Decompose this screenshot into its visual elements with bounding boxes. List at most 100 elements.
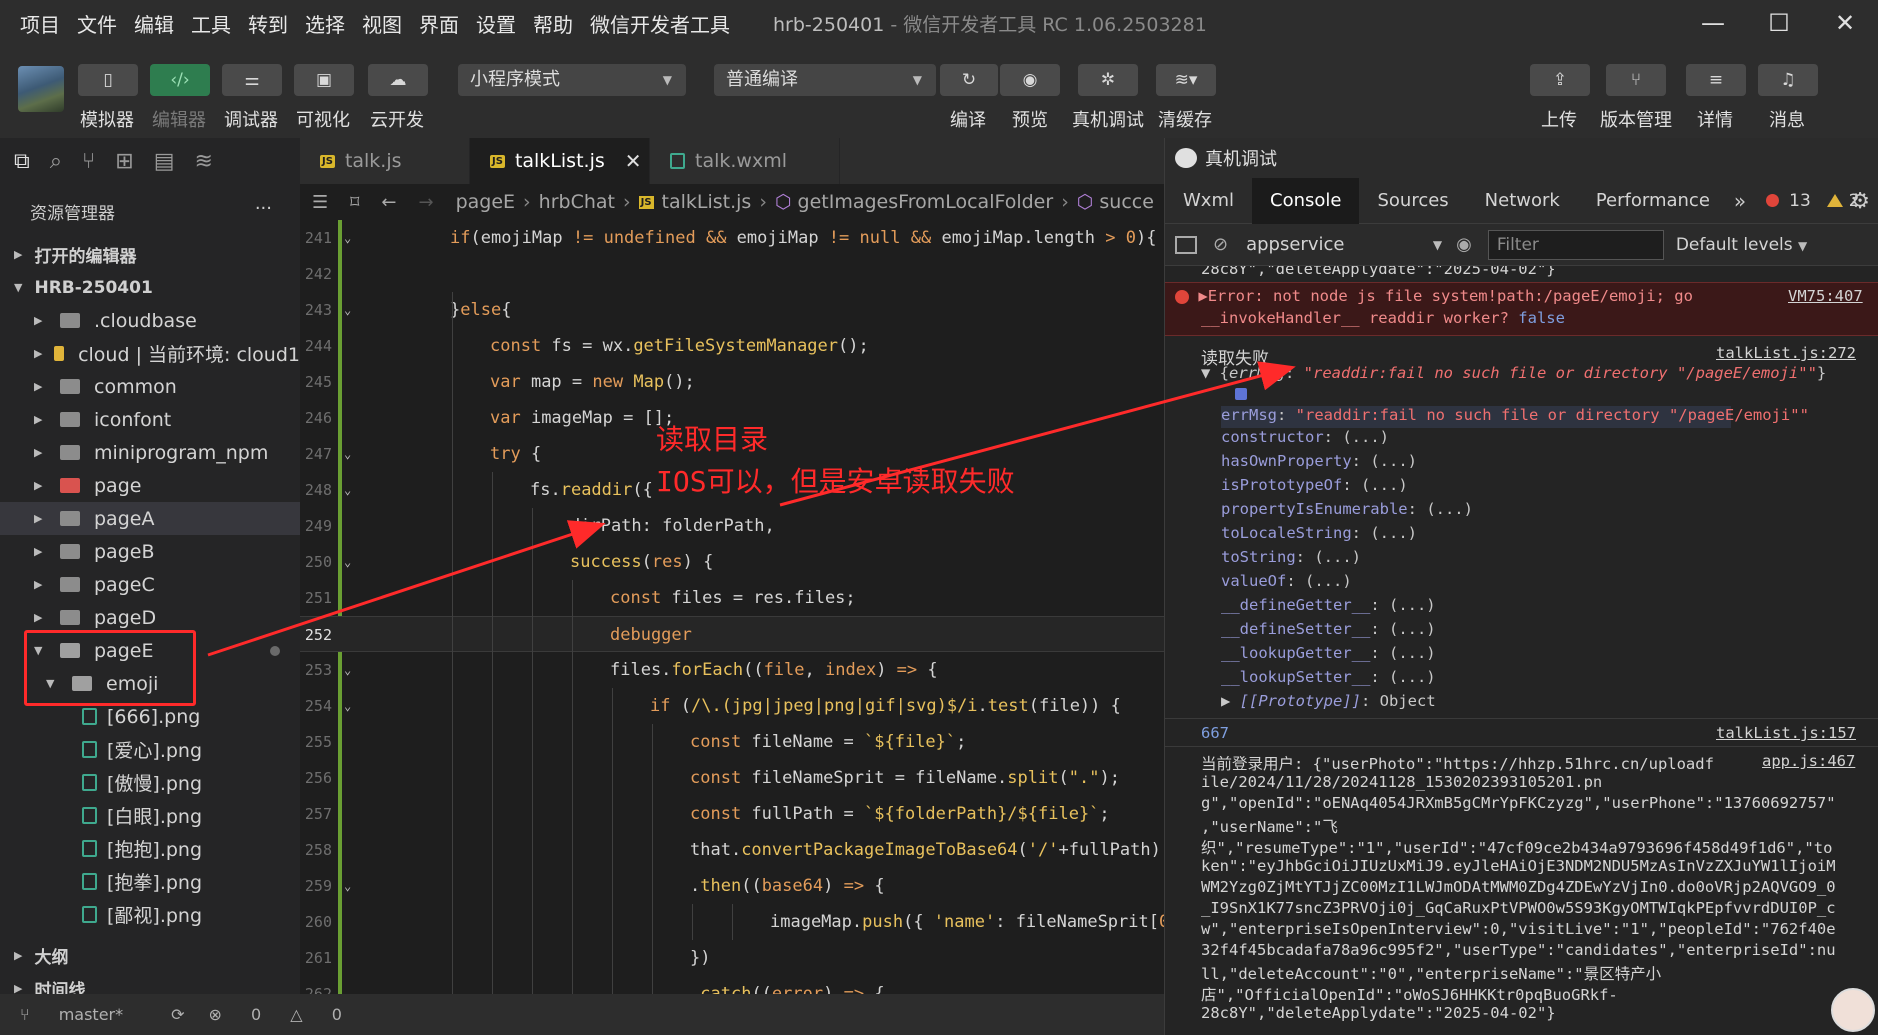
preview-button[interactable]: ◉	[1000, 64, 1060, 96]
menu-file[interactable]: 文件	[77, 9, 117, 38]
object-property[interactable]: __defineSetter__: (...)	[1221, 620, 1878, 638]
breadcrumb-item[interactable]: talkList.js	[662, 191, 752, 213]
list-icon[interactable]: ☰	[312, 192, 328, 213]
bookmark-icon[interactable]: ⌑	[350, 192, 359, 213]
fold-icon[interactable]: ⌄	[344, 544, 351, 580]
menu-help[interactable]: 帮助	[533, 9, 573, 38]
fold-icon[interactable]: ⌄	[344, 472, 351, 508]
menu-select[interactable]: 选择	[305, 9, 345, 38]
tree-file[interactable]: [爱心].png	[0, 733, 300, 766]
object-property-errmsg[interactable]: errMsg: "readdir:fail no such file or di…	[1221, 406, 1809, 428]
menu-settings[interactable]: 设置	[476, 9, 516, 38]
close-icon[interactable]: ✕	[625, 149, 642, 173]
tree-item-cloudbase[interactable]: ▶ .cloudbase	[0, 304, 300, 337]
menu-edit[interactable]: 编辑	[134, 9, 174, 38]
debugger-button[interactable]: ⚌	[222, 64, 282, 96]
sync-icon[interactable]: ⟳	[171, 1005, 184, 1024]
object-summary[interactable]: ▼ {errMsg: "readdir:fail no such file or…	[1201, 364, 1878, 382]
files-icon[interactable]: ⧉	[14, 149, 30, 174]
open-editors-section[interactable]: ▶ 打开的编辑器	[0, 238, 300, 271]
extensions-icon[interactable]: ⊞	[115, 149, 133, 174]
object-property[interactable]: isPrototypeOf: (...)	[1221, 476, 1878, 494]
tree-item-cloud[interactable]: ▶ cloud | 当前环境: cloud1	[0, 337, 300, 370]
breadcrumb-item[interactable]: succe	[1099, 191, 1154, 213]
tab-talk-wxml[interactable]: talk.wxml	[650, 138, 840, 184]
object-property[interactable]: propertyIsEnumerable: (...)	[1221, 500, 1878, 518]
breadcrumb-item[interactable]: pageE	[456, 191, 515, 213]
tab-console[interactable]: Console	[1252, 177, 1360, 224]
sidebar-toggle-icon[interactable]	[1175, 235, 1197, 254]
menu-tools[interactable]: 工具	[191, 9, 231, 38]
object-property[interactable]: valueOf: (...)	[1221, 572, 1878, 590]
object-prototype[interactable]: ▶ [[Prototype]]: Object	[1221, 692, 1878, 710]
context-select[interactable]: appservice ▼	[1246, 234, 1442, 255]
expand-arrow-icon[interactable]: ▶	[1198, 287, 1207, 305]
maximize-button[interactable]: ☐	[1746, 0, 1812, 46]
more-icon[interactable]: ···	[255, 198, 272, 219]
forward-arrow-icon[interactable]: →	[418, 192, 433, 213]
tab-sources[interactable]: Sources	[1359, 178, 1466, 224]
simulator-button[interactable]: ▯	[78, 64, 138, 96]
tree-file[interactable]: [白眼].png	[0, 799, 300, 832]
tree-file[interactable]: [抱抱].png	[0, 832, 300, 865]
assistant-avatar[interactable]	[1831, 988, 1875, 1032]
tree-file[interactable]: [鄙视].png	[0, 898, 300, 931]
mode-select[interactable]: 小程序模式 ▼	[458, 64, 686, 96]
issue-counter[interactable]: 13 2	[1766, 191, 1860, 211]
outline-section[interactable]: ▶ 大纲	[0, 939, 300, 972]
menu-project[interactable]: 项目	[20, 9, 60, 38]
search-icon[interactable]: ⌕	[50, 149, 62, 174]
tab-talklist-js[interactable]: JS talkList.js ✕	[470, 138, 650, 184]
object-property[interactable]: __lookupGetter__: (...)	[1221, 644, 1878, 662]
problems-indicator[interactable]: ⊗ 0 △ 0	[209, 1005, 366, 1024]
tree-item-iconfont[interactable]: ▶ iconfont	[0, 403, 300, 436]
tree-item-pageA[interactable]: ▶ pageA	[0, 502, 300, 535]
fold-icon[interactable]: ⌄	[344, 688, 351, 724]
tree-item-miniprogram-npm[interactable]: ▶ miniprogram_npm	[0, 436, 300, 469]
visual-button[interactable]: ▣	[294, 64, 354, 96]
messages-button[interactable]: ♫	[1758, 64, 1818, 96]
tab-wxml[interactable]: Wxml	[1165, 178, 1252, 224]
project-section[interactable]: ▼ HRB-250401	[0, 271, 300, 304]
source-control-icon[interactable]: ⑂	[82, 149, 95, 174]
fold-icon[interactable]: ⌄	[344, 220, 351, 256]
clear-console-icon[interactable]: ⊘	[1213, 234, 1228, 255]
tree-item-common[interactable]: ▶ common	[0, 370, 300, 403]
clear-cache-button[interactable]: ≋▾	[1156, 64, 1216, 96]
eye-icon[interactable]: ◉	[1456, 234, 1472, 255]
fold-icon[interactable]: ⌄	[344, 976, 351, 994]
code-editor[interactable]: 241 ⌄ if(emojiMap != undefined && emojiMap…	[300, 220, 1164, 994]
fold-icon[interactable]: ⌄	[344, 652, 351, 688]
object-property[interactable]: toLocaleString: (...)	[1221, 524, 1878, 542]
more-tabs-icon[interactable]: »	[1734, 189, 1746, 213]
fold-icon[interactable]: ⌄	[344, 292, 351, 328]
tab-performance[interactable]: Performance	[1578, 178, 1728, 224]
tree-item-pageC[interactable]: ▶ pageC	[0, 568, 300, 601]
tree-file[interactable]: [抱拳].png	[0, 865, 300, 898]
menu-wechat-devtools[interactable]: 微信开发者工具	[590, 9, 730, 38]
tab-talk-js[interactable]: JS talk.js	[300, 138, 470, 184]
log-source-link[interactable]: talkList.js:272	[1716, 344, 1878, 362]
remote-debug-button[interactable]: ✲	[1078, 64, 1138, 96]
details-button[interactable]: ≡	[1686, 64, 1746, 96]
breadcrumb-item[interactable]: getImagesFromLocalFolder	[798, 191, 1054, 213]
cloud-button[interactable]: ☁	[368, 64, 428, 96]
editor-button[interactable]: ‹/›	[150, 64, 210, 96]
object-property[interactable]: __defineGetter__: (...)	[1221, 596, 1878, 614]
log-source-link[interactable]: talkList.js:157	[1716, 724, 1878, 742]
menu-goto[interactable]: 转到	[248, 9, 288, 38]
tree-file[interactable]: [傲慢].png	[0, 766, 300, 799]
storage-icon[interactable]: ▤	[154, 149, 175, 174]
branch-indicator[interactable]: ⑂ master*	[20, 1005, 147, 1024]
fold-icon[interactable]: ⌄	[344, 868, 351, 904]
menu-view[interactable]: 视图	[362, 9, 402, 38]
close-window-button[interactable]: ✕	[1812, 0, 1878, 46]
gear-icon[interactable]: ⚙	[1850, 189, 1870, 214]
breadcrumb-item[interactable]: hrbChat	[539, 191, 615, 213]
tree-item-pageB[interactable]: ▶ pageB	[0, 535, 300, 568]
object-property[interactable]: hasOwnProperty: (...)	[1221, 452, 1878, 470]
version-button[interactable]: ⑂	[1606, 64, 1666, 96]
filter-input[interactable]: Filter	[1487, 229, 1664, 260]
minimize-button[interactable]: —	[1680, 0, 1746, 46]
levels-select[interactable]: Default levels ▼	[1676, 235, 1807, 255]
